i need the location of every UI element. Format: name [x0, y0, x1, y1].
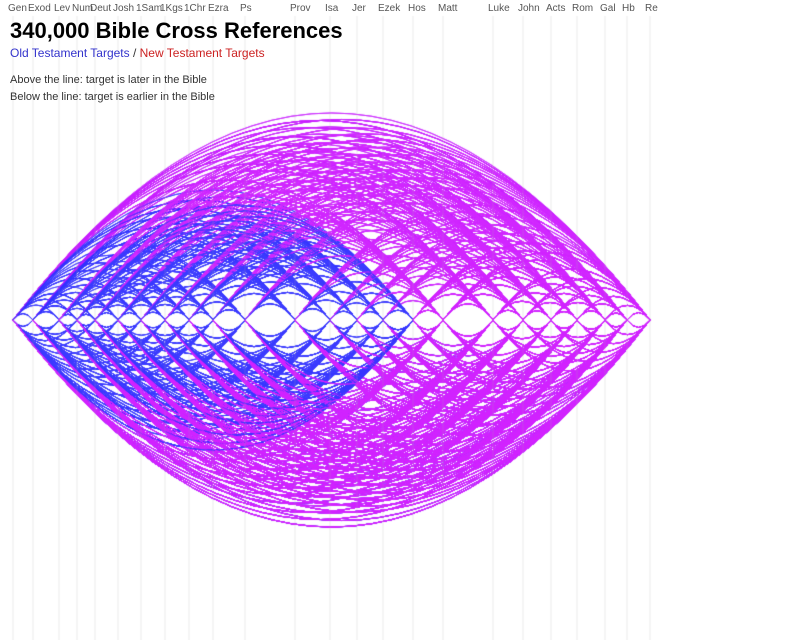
book-label-luke: Luke	[488, 3, 510, 14]
book-label-exod: Exod	[28, 3, 51, 14]
book-label-gal: Gal	[600, 3, 616, 14]
legend-ot-label: Old Testament Targets	[10, 46, 130, 60]
book-label-hos: Hos	[408, 3, 426, 14]
book-label-1sam: 1Sam	[136, 3, 162, 14]
book-label-josh: Josh	[113, 3, 134, 14]
legend-nt-label: New Testament Targets	[140, 46, 265, 60]
book-label-isa: Isa	[325, 3, 338, 14]
book-label-prov: Prov	[290, 3, 311, 14]
main-container: GenExodLevNumDeutJosh1Sam1Kgs1ChrEzraPsP…	[0, 0, 800, 640]
book-label-ezek: Ezek	[378, 3, 400, 14]
book-label-hb: Hb	[622, 3, 635, 14]
legend-separator: /	[130, 46, 140, 60]
book-label-rom: Rom	[572, 3, 593, 14]
instruction-line2: Below the line: target is earlier in the…	[10, 89, 215, 106]
book-label-matt: Matt	[438, 3, 457, 14]
title-area: 340,000 Bible Cross References Old Testa…	[10, 18, 343, 60]
book-label-gen: Gen	[8, 3, 27, 14]
book-label-1chr: 1Chr	[184, 3, 206, 14]
book-label-john: John	[518, 3, 540, 14]
book-label-1kgs: 1Kgs	[160, 3, 183, 14]
book-label-deut: Deut	[90, 3, 111, 14]
book-label-lev: Lev	[54, 3, 70, 14]
book-label-re: Re	[645, 3, 658, 14]
book-labels-row: GenExodLevNumDeutJosh1Sam1Kgs1ChrEzraPsP…	[0, 0, 800, 16]
main-title: 340,000 Bible Cross References	[10, 18, 343, 44]
book-label-ps: Ps	[240, 3, 252, 14]
book-label-acts: Acts	[546, 3, 565, 14]
instructions-text: Above the line: target is later in the B…	[10, 72, 215, 105]
instruction-line1: Above the line: target is later in the B…	[10, 72, 215, 89]
book-label-jer: Jer	[352, 3, 366, 14]
book-label-ezra: Ezra	[208, 3, 229, 14]
legend-line: Old Testament Targets / New Testament Ta…	[10, 46, 343, 60]
